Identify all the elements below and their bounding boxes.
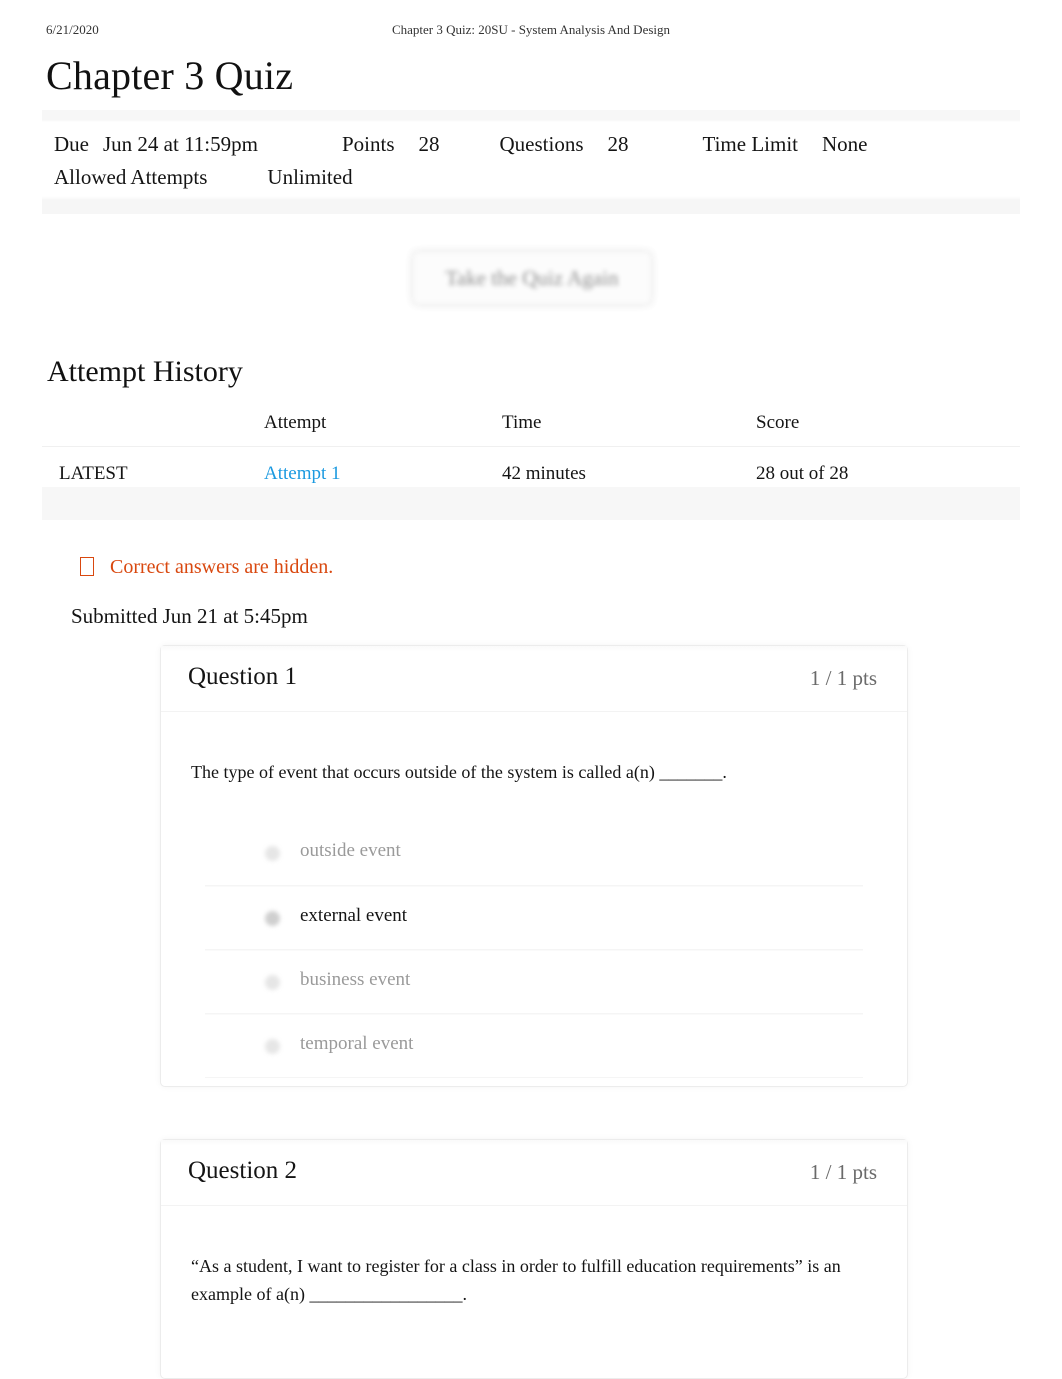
questions-value: 28 (607, 132, 629, 156)
column-header-time: Time (502, 408, 756, 447)
take-the-quiz-again-button[interactable]: Take the Quiz Again (412, 251, 652, 305)
retake-quiz-button-wrapper: Take the Quiz Again (404, 243, 660, 315)
hidden-answers-warning-text: Correct answers are hidden. (110, 556, 334, 578)
allowed-attempts-label: Allowed Attempts (54, 165, 208, 189)
answer-option[interactable]: outside event (205, 822, 863, 886)
attempt-history-heading: Attempt History (47, 355, 243, 388)
radio-button-icon[interactable] (265, 975, 280, 990)
question-card: Question 2 1 / 1 pts “As a student, I wa… (160, 1139, 908, 1379)
answer-option[interactable]: business event (205, 950, 863, 1014)
quiz-details-row-1: Due Jun 24 at 11:59pm Points 28 Questions 28 T… (54, 128, 1014, 161)
answer-list: outside event external event business ev… (191, 822, 877, 1078)
radio-button-icon[interactable] (265, 1039, 280, 1054)
question-body: The type of event that occurs outside of… (161, 712, 907, 1078)
question-header: Question 1 1 / 1 pts (161, 646, 907, 712)
submitted-timestamp: Submitted Jun 21 at 5:45pm (71, 604, 308, 628)
points-value: 28 (418, 132, 440, 156)
attempt-1-link[interactable]: Attempt 1 (264, 463, 341, 484)
question-title: Question 2 (188, 1157, 298, 1184)
quiz-details-row-2: Allowed Attempts Unlimited (54, 161, 1014, 194)
question-text: “As a student, I want to register for a … (191, 1256, 841, 1304)
question-title: Question 1 (188, 663, 298, 690)
table-header-row: Attempt Time Score (42, 408, 1020, 447)
question-body: “As a student, I want to register for a … (161, 1206, 907, 1308)
question-text: The type of event that occurs outside of… (191, 762, 727, 782)
question-points: 1 / 1 pts (809, 666, 877, 690)
warning-icon (80, 557, 94, 576)
question-points: 1 / 1 pts (809, 1160, 877, 1184)
answer-option-selected[interactable]: external event (205, 886, 863, 950)
page-title: Chapter 3 Quiz (46, 53, 294, 98)
due-label: Due (54, 132, 89, 156)
radio-button-selected-icon[interactable] (265, 911, 280, 926)
answer-label: temporal event (300, 1033, 414, 1054)
hidden-answers-warning: Correct answers are hidden. (80, 556, 333, 579)
question-card: Question 1 1 / 1 pts The type of event t… (160, 645, 908, 1087)
points-label: Points (341, 132, 395, 156)
allowed-attempts-value: Unlimited (267, 165, 353, 189)
answer-label: external event (300, 905, 408, 926)
print-header: 6/21/2020 Chapter 3 Quiz: 20SU - System … (0, 22, 1062, 44)
time-limit-value: None (822, 132, 868, 156)
question-header: Question 2 1 / 1 pts (161, 1140, 907, 1206)
column-header-score: Score (756, 408, 1020, 447)
radio-button-icon[interactable] (265, 846, 280, 861)
column-header-marker (42, 408, 264, 447)
answer-label: business event (300, 969, 411, 990)
print-document-title: Chapter 3 Quiz: 20SU - System Analysis A… (391, 22, 671, 37)
time-limit-label: Time Limit (702, 132, 799, 156)
column-header-attempt: Attempt (264, 408, 502, 447)
answer-label: outside event (300, 840, 401, 861)
due-value: Jun 24 at 11:59pm (103, 132, 258, 156)
attempt-history-bottom-band (42, 487, 1020, 520)
questions-label: Questions (499, 132, 584, 156)
quiz-details: Due Jun 24 at 11:59pm Points 28 Questions 28 T… (54, 128, 1014, 194)
answer-option[interactable]: temporal event (205, 1014, 863, 1078)
